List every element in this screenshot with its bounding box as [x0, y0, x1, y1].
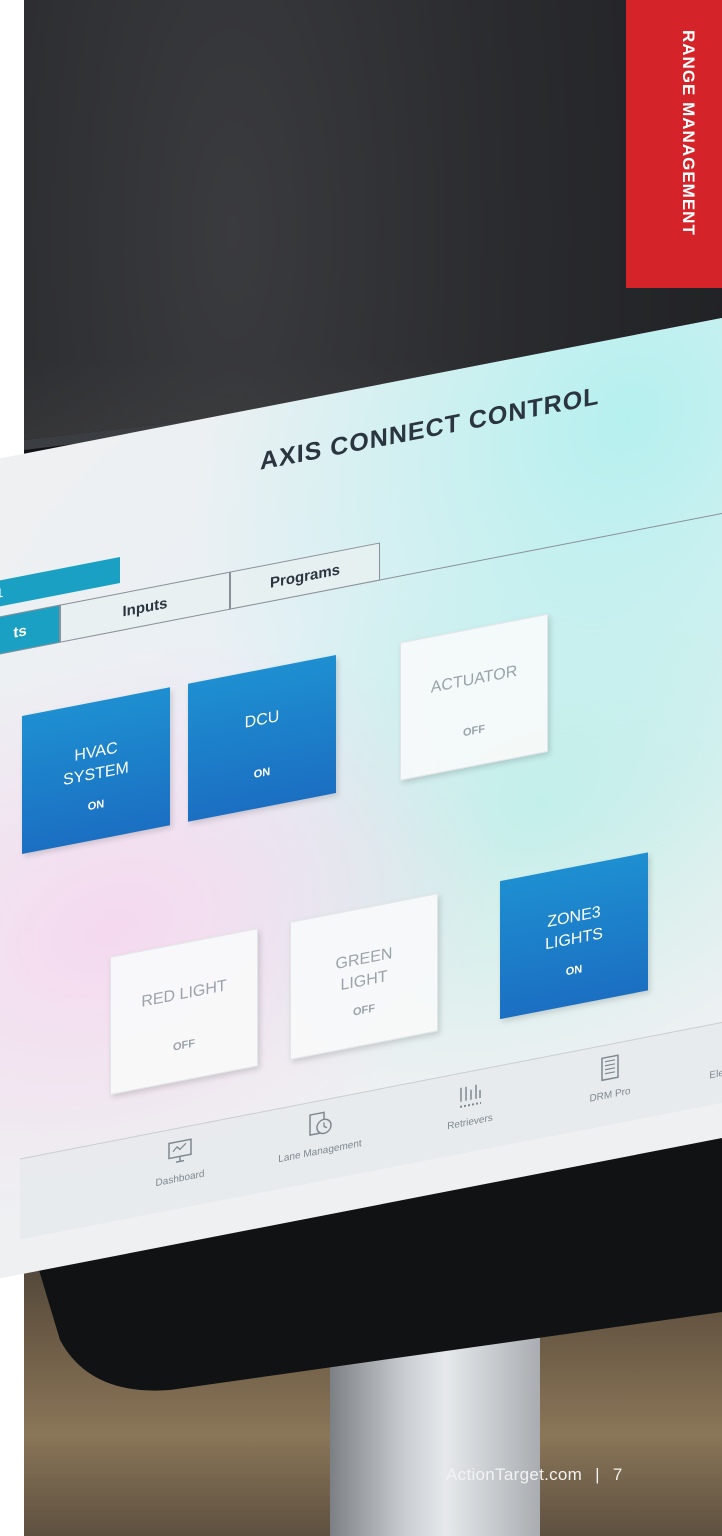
tile-state: OFF: [463, 723, 485, 740]
building-icon: [601, 1054, 619, 1082]
monitor-icon: [168, 1138, 192, 1163]
tile-name: ACTUATOR: [430, 662, 518, 697]
footer-separator: |: [595, 1465, 600, 1484]
tile-state: OFF: [173, 1037, 195, 1054]
footer-site: ActionTarget.com: [446, 1465, 583, 1484]
tab-outputs[interactable]: ts: [0, 604, 60, 659]
nav-drm-pro[interactable]: DRM Pro: [550, 1033, 670, 1136]
page-number: 7: [612, 1465, 623, 1484]
tile-name: DCU: [244, 708, 280, 732]
page-footer: ActionTarget.com | 7: [446, 1465, 623, 1485]
tile-state: ON: [253, 765, 271, 782]
section-tab-label: RANGE MANAGEMENT: [679, 30, 698, 236]
nav-electric-turner[interactable]: Electric Turne: [680, 1008, 722, 1111]
nav-lane-management[interactable]: Lane Management: [260, 1089, 380, 1192]
tile-actuator[interactable]: ACTUATOR OFF: [400, 613, 548, 781]
tablet-screen: AXIS CONNECT CONTROL y 1 ts Inputs Progr…: [0, 302, 722, 1290]
retriever-icon: [460, 1084, 481, 1108]
tile-green-light[interactable]: GREEN LIGHT OFF: [290, 893, 438, 1060]
tile-dcu[interactable]: DCU ON: [188, 655, 336, 822]
tile-name: RED LIGHT: [141, 977, 227, 1011]
nav-dashboard[interactable]: Dashboard: [120, 1117, 240, 1220]
tab-programs[interactable]: Programs: [230, 542, 380, 610]
section-tab: RANGE MANAGEMENT: [626, 0, 722, 288]
tile-zone3-lights[interactable]: ZONE3 LIGHTS ON: [500, 852, 648, 1020]
clock-icon: [309, 1111, 332, 1136]
tile-hvac-system[interactable]: HVAC SYSTEM ON: [22, 687, 170, 855]
nav-retrievers[interactable]: Retrievers: [410, 1060, 530, 1163]
tile-red-light[interactable]: RED LIGHT OFF: [110, 928, 258, 1095]
